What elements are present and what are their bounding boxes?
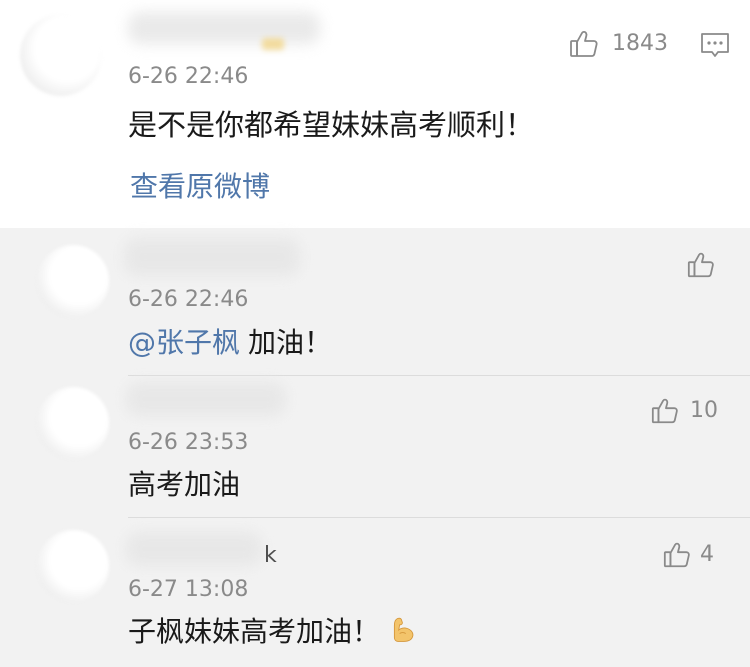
- reply-item[interactable]: k 4 6-27 13:08 子枫妹妹高考加油！: [0, 518, 750, 667]
- reply-item[interactable]: 10 6-26 23:53 高考加油: [0, 376, 750, 517]
- username-redacted[interactable]: [128, 12, 320, 44]
- like-count: 10: [690, 398, 718, 423]
- user-badge: [262, 38, 284, 50]
- username-redacted[interactable]: [124, 238, 300, 276]
- timestamp: 6-26 22:46: [128, 287, 249, 312]
- reply-item[interactable]: 6-26 22:46 @张子枫 加油！: [0, 228, 750, 375]
- main-comment[interactable]: 1843 6-26 22:46 是不是你都希望妹妹高考顺利！ 查看原微博: [0, 0, 750, 228]
- comment-text: 是不是你都希望妹妹高考顺利！: [128, 108, 535, 142]
- like-count: 4: [700, 542, 714, 567]
- comment-icon: [701, 33, 729, 57]
- thumbs-up-icon: [687, 252, 714, 278]
- username-redacted[interactable]: [126, 532, 262, 566]
- reply-text-line: 子枫妹妹高考加油！: [128, 615, 418, 649]
- like-button[interactable]: 1843: [568, 28, 668, 60]
- reply-text: 子枫妹妹高考加油！: [128, 615, 381, 648]
- timestamp: 6-26 22:46: [128, 64, 249, 89]
- view-original-post-link[interactable]: 查看原微博: [130, 170, 270, 204]
- thumbs-up-icon: [663, 542, 690, 568]
- avatar[interactable]: [37, 530, 109, 602]
- thumbs-up-icon: [570, 30, 598, 57]
- username-redacted[interactable]: [126, 382, 286, 416]
- reply-button[interactable]: [699, 31, 731, 61]
- timestamp: 6-27 13:08: [128, 577, 249, 602]
- comment-list-screen: 1843 6-26 22:46 是不是你都希望妹妹高考顺利！ 查看原微博 6-2…: [0, 0, 750, 667]
- reply-text-line: @张子枫 加油！: [128, 326, 332, 360]
- reply-text: 高考加油: [128, 468, 241, 501]
- like-button[interactable]: 4: [662, 540, 714, 570]
- timestamp: 6-26 23:53: [128, 430, 249, 455]
- avatar[interactable]: [37, 387, 109, 459]
- like-button[interactable]: 10: [650, 396, 718, 426]
- thumbs-up-icon: [651, 398, 678, 424]
- reply-list: 6-26 22:46 @张子枫 加油！ 10 6-26 23:53 高考加油 k…: [0, 228, 750, 667]
- flexed-biceps-icon: [393, 617, 414, 642]
- user-mention-link[interactable]: @张子枫: [128, 326, 240, 359]
- like-count: 1843: [612, 31, 668, 56]
- avatar[interactable]: [20, 14, 102, 96]
- username-visible-fragment[interactable]: k: [264, 543, 277, 569]
- reply-text: 加油！: [248, 326, 333, 359]
- like-button[interactable]: [686, 250, 716, 280]
- avatar[interactable]: [37, 245, 109, 317]
